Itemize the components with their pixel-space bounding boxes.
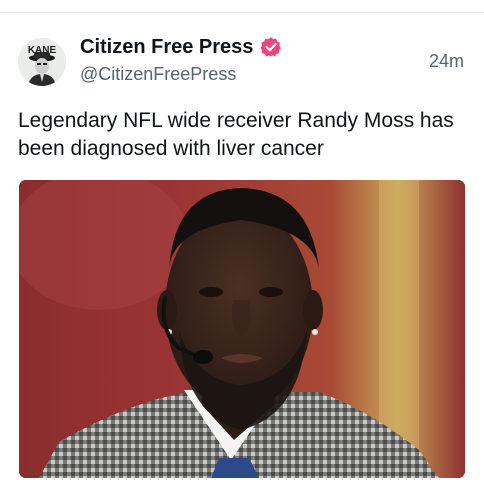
- display-name[interactable]: Citizen Free Press: [80, 36, 253, 59]
- photo-image: [19, 180, 465, 478]
- post-timestamp[interactable]: 24m: [429, 51, 464, 72]
- author-handle[interactable]: @CitizenFreePress: [80, 64, 236, 85]
- verified-badge-icon: [260, 36, 282, 58]
- post-card[interactable]: KANE Citizen Free Press @CitizenFreePres…: [0, 13, 484, 500]
- author-row: Citizen Free Press: [80, 35, 282, 59]
- avatar[interactable]: KANE: [18, 38, 66, 86]
- post-text: Legendary NFL wide receiver Randy Moss h…: [18, 109, 454, 160]
- post-media-photo[interactable]: [19, 180, 465, 478]
